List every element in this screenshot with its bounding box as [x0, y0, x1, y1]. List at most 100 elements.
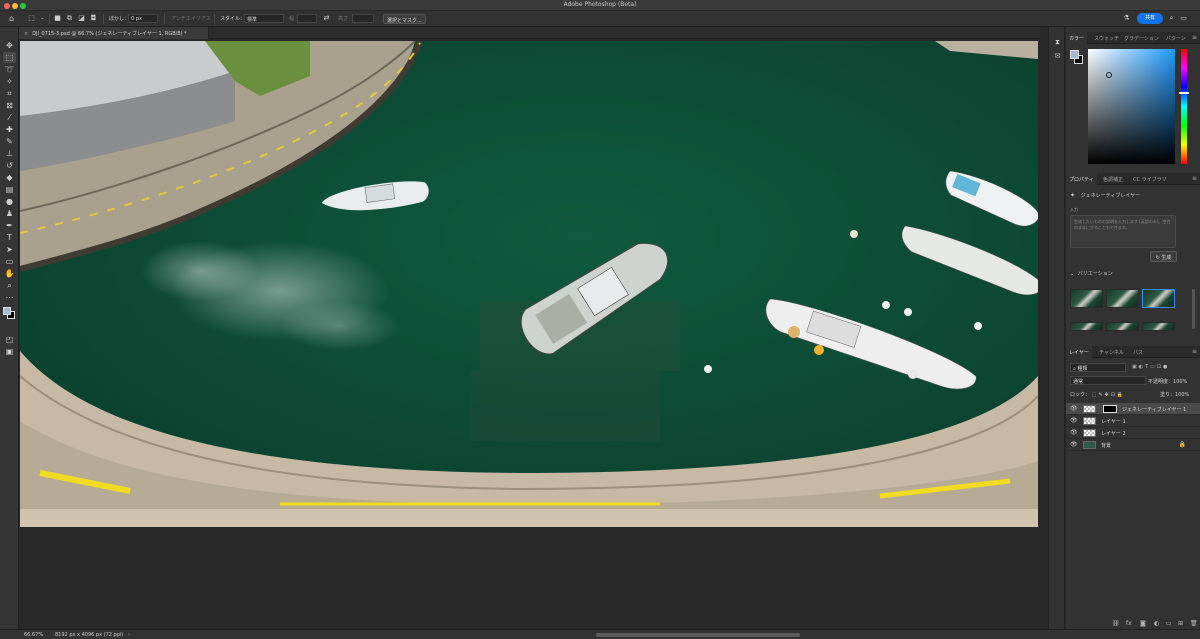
- pen-tool-icon[interactable]: ✒: [3, 220, 16, 231]
- layer-row[interactable]: 👁 レイヤー 2: [1066, 427, 1200, 439]
- move-tool-icon[interactable]: ✥: [3, 40, 16, 51]
- tab-swatches[interactable]: スウォッチ: [1091, 32, 1122, 44]
- variation-thumbnail[interactable]: [1070, 322, 1103, 331]
- home-icon[interactable]: ⌂: [7, 14, 16, 23]
- style-select[interactable]: 標準: [244, 14, 284, 23]
- layer-filter-icons[interactable]: ▣◐T▭⊡●: [1132, 364, 1169, 370]
- color-picker-marker[interactable]: [1106, 72, 1112, 78]
- variations-header[interactable]: ⌄ バリエーション: [1070, 270, 1113, 277]
- generate-button[interactable]: ↻ 生成: [1150, 251, 1177, 262]
- magic-wand-tool-icon[interactable]: ✧: [3, 76, 16, 87]
- quick-mask-icon[interactable]: ◰: [3, 334, 16, 345]
- layer-filter-select[interactable]: ⌕ 種類: [1070, 363, 1126, 372]
- screen-mode-icon[interactable]: ▣: [3, 346, 16, 357]
- adjustment-layer-icon[interactable]: ◐: [1154, 620, 1159, 627]
- tab-layers[interactable]: レイヤー: [1066, 346, 1092, 358]
- healing-brush-tool-icon[interactable]: ✚: [3, 124, 16, 135]
- blur-tool-icon[interactable]: ●: [3, 196, 16, 207]
- variation-thumbnail-selected[interactable]: [1142, 289, 1175, 308]
- fill-control[interactable]: 塗り：100%: [1160, 391, 1189, 398]
- variation-thumbnail[interactable]: [1070, 289, 1103, 308]
- eraser-tool-icon[interactable]: ◆: [3, 172, 16, 183]
- comments-icon[interactable]: ✉: [1052, 51, 1063, 62]
- canvas-area[interactable]: [19, 40, 1040, 629]
- dodge-tool-icon[interactable]: ♟: [3, 208, 16, 219]
- new-layer-icon[interactable]: ⊞: [1178, 620, 1183, 627]
- tab-properties[interactable]: プロパティ: [1066, 173, 1097, 185]
- layer-name[interactable]: レイヤー 1: [1101, 418, 1126, 425]
- feather-input[interactable]: 0 px: [128, 14, 158, 23]
- eye-icon[interactable]: 👁: [1070, 441, 1078, 448]
- panel-menu-icon[interactable]: ≡: [1192, 175, 1197, 182]
- fill-value[interactable]: 100%: [1175, 392, 1189, 398]
- blend-mode-select[interactable]: 通常: [1070, 376, 1146, 385]
- layer-row[interactable]: 👁 レイヤー 1: [1066, 415, 1200, 427]
- eye-icon[interactable]: 👁: [1070, 429, 1078, 436]
- foreground-color-swatch[interactable]: [3, 307, 11, 315]
- eyedropper-tool-icon[interactable]: ⁄: [3, 112, 16, 123]
- variation-thumbnail[interactable]: [1106, 289, 1139, 308]
- add-mask-icon[interactable]: ◙: [1140, 620, 1146, 627]
- search-icon[interactable]: ⌕: [1167, 14, 1176, 23]
- eye-icon[interactable]: 👁: [1070, 405, 1078, 412]
- variation-thumbnail[interactable]: [1106, 322, 1139, 331]
- rectangle-tool-icon[interactable]: ▭: [3, 256, 16, 267]
- crop-tool-icon[interactable]: ⌗: [3, 88, 16, 99]
- layer-name[interactable]: ジェネレーティブレイヤー 1: [1122, 406, 1186, 413]
- document-canvas[interactable]: [20, 41, 1038, 527]
- brush-tool-icon[interactable]: ✎: [3, 136, 16, 147]
- tab-channels[interactable]: チャンネル: [1096, 346, 1127, 358]
- trash-icon[interactable]: 🗑: [1190, 620, 1198, 627]
- tab-color[interactable]: カラー: [1066, 32, 1088, 44]
- chevron-down-icon[interactable]: ⌄: [38, 14, 47, 23]
- layer-mask-thumbnail[interactable]: [1103, 405, 1117, 413]
- workspace-icon[interactable]: ▭: [1179, 14, 1188, 23]
- color-picker-field[interactable]: [1088, 49, 1175, 164]
- tab-gradients[interactable]: グラデーション: [1121, 32, 1162, 44]
- width-input[interactable]: [297, 14, 317, 23]
- history-icon[interactable]: ⧗: [1052, 37, 1063, 48]
- add-selection-icon[interactable]: ⧉: [65, 14, 74, 23]
- variations-scrollbar[interactable]: [1192, 289, 1195, 329]
- new-selection-icon[interactable]: ■: [53, 14, 62, 23]
- hue-slider-handle[interactable]: [1179, 92, 1189, 94]
- close-tab-icon[interactable]: ×: [24, 31, 28, 37]
- frame-tool-icon[interactable]: ⊠: [3, 100, 16, 111]
- lock-icons[interactable]: ⬚✎✥⊡🔒: [1092, 392, 1126, 398]
- panel-menu-icon[interactable]: ≡: [1192, 34, 1197, 41]
- share-button[interactable]: 共有: [1137, 13, 1163, 24]
- link-layers-icon[interactable]: ⛓: [1112, 620, 1120, 627]
- tab-cc-libraries[interactable]: CC ライブラリ: [1130, 173, 1170, 185]
- status-menu-arrow[interactable]: ›: [128, 632, 130, 638]
- path-selection-tool-icon[interactable]: ➤: [3, 244, 16, 255]
- zoom-level[interactable]: 66.67%: [24, 632, 43, 638]
- marquee-preset-icon[interactable]: ⬚: [27, 14, 36, 23]
- zoom-tool-icon[interactable]: ⌕: [3, 280, 16, 291]
- history-brush-tool-icon[interactable]: ↺: [3, 160, 16, 171]
- new-group-icon[interactable]: ▭: [1166, 620, 1172, 627]
- variation-thumbnail[interactable]: [1142, 322, 1175, 331]
- antialias-checkbox[interactable]: アンチエイリアス: [171, 15, 211, 22]
- beaker-icon[interactable]: ⚗: [1122, 14, 1131, 23]
- foreground-color-swatch[interactable]: [1070, 50, 1079, 59]
- tab-paths[interactable]: パス: [1130, 346, 1146, 358]
- height-input[interactable]: [352, 14, 374, 23]
- intersect-selection-icon[interactable]: ◘: [89, 14, 98, 23]
- horizontal-scrollbar[interactable]: [596, 633, 800, 637]
- swap-icon[interactable]: ⇄: [322, 14, 331, 23]
- layer-row[interactable]: 👁 ジェネレーティブレイヤー 1: [1066, 403, 1200, 415]
- stamp-tool-icon[interactable]: ⊥: [3, 148, 16, 159]
- layer-style-icon[interactable]: fx: [1126, 620, 1132, 627]
- opacity-value[interactable]: 100%: [1173, 379, 1187, 385]
- eye-icon[interactable]: 👁: [1070, 417, 1078, 424]
- gradient-tool-icon[interactable]: ▤: [3, 184, 16, 195]
- layer-row[interactable]: 👁 背景 🔒: [1066, 439, 1200, 451]
- opacity-control[interactable]: 不透明度：100%: [1148, 378, 1187, 385]
- more-tools-icon[interactable]: ⋯: [3, 292, 16, 303]
- layer-name[interactable]: 背景: [1101, 442, 1111, 449]
- prompt-textarea[interactable]: 生成したいものの説明を入力します [英語のみ]。空白のままにすることもできます。: [1070, 215, 1176, 248]
- lasso-tool-icon[interactable]: ➰: [3, 64, 16, 75]
- document-tab[interactable]: × DJI_0715-3.psd @ 66.7% (ジェネレーティブレイヤー 1,…: [19, 27, 209, 39]
- hand-tool-icon[interactable]: ✋: [3, 268, 16, 279]
- subtract-selection-icon[interactable]: ◪: [77, 14, 86, 23]
